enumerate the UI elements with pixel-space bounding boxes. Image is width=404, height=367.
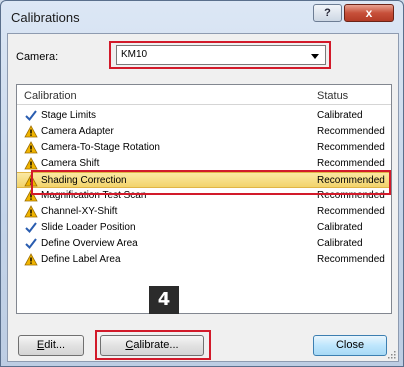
calibrate-highlight-frame <box>95 330 211 360</box>
column-header-status[interactable]: Status <box>317 90 348 102</box>
calibration-status: Recommended <box>317 142 385 153</box>
close-button[interactable]: Close <box>313 335 387 356</box>
list-item[interactable]: Stage Limits Calibrated <box>17 108 391 124</box>
list-header: Calibration Status <box>17 85 391 105</box>
calibration-status: Recommended <box>317 158 385 169</box>
camera-highlight-frame <box>109 41 331 69</box>
list-item[interactable]: Camera Adapter Recommended <box>17 124 391 140</box>
check-icon <box>25 222 37 234</box>
resize-grip-icon[interactable] <box>386 349 396 359</box>
help-button[interactable]: ? <box>313 4 342 22</box>
calibration-status: Recommended <box>317 254 385 265</box>
dialog-body: Camera: KM10 Calibration Status Stage Li… <box>7 33 399 362</box>
calibration-status: Calibrated <box>317 222 363 233</box>
title-bar[interactable]: Calibrations ? x <box>1 1 403 33</box>
calibration-list[interactable]: Calibration Status Stage Limits Calibrate… <box>16 84 392 314</box>
edit-label: dit... <box>44 339 66 351</box>
calibration-name: Camera Shift <box>41 158 100 169</box>
calibration-status: Recommended <box>317 206 385 217</box>
column-header-calibration[interactable]: Calibration <box>24 90 77 102</box>
calibration-name: Define Overview Area <box>41 238 138 249</box>
list-item[interactable]: Channel-XY-Shift Recommended <box>17 204 391 220</box>
list-item[interactable]: Camera-To-Stage Rotation Recommended <box>17 140 391 156</box>
calibrations-dialog: Calibrations ? x Camera: KM10 Calibratio… <box>0 0 404 367</box>
calibration-name: Define Label Area <box>41 254 121 265</box>
check-icon <box>25 110 37 122</box>
warning-icon <box>24 157 38 170</box>
calibration-name: Camera Adapter <box>41 126 114 137</box>
warning-icon <box>24 253 38 266</box>
calibration-name: Stage Limits <box>41 110 97 121</box>
calibration-status: Calibrated <box>317 110 363 121</box>
list-item[interactable]: Slide Loader Position Calibrated <box>17 220 391 236</box>
window-close-button[interactable]: x <box>344 4 394 22</box>
warning-icon <box>24 141 38 154</box>
camera-label: Camera: <box>16 51 59 63</box>
window-title: Calibrations <box>11 10 80 25</box>
calibration-status: Recommended <box>317 126 385 137</box>
warning-icon <box>24 205 38 218</box>
warning-icon <box>24 125 38 138</box>
check-icon <box>25 238 37 250</box>
calibration-name: Channel-XY-Shift <box>41 206 118 217</box>
calibration-name: Camera-To-Stage Rotation <box>41 142 160 153</box>
calibration-name: Slide Loader Position <box>41 222 136 233</box>
edit-button[interactable]: Edit... <box>18 335 84 356</box>
calibration-status: Calibrated <box>317 238 363 249</box>
step-number-badge: 4 <box>149 286 179 314</box>
list-item[interactable]: Define Overview Area Calibrated <box>17 236 391 252</box>
selected-row-highlight-frame <box>31 170 391 195</box>
list-item[interactable]: Define Label Area Recommended <box>17 252 391 268</box>
